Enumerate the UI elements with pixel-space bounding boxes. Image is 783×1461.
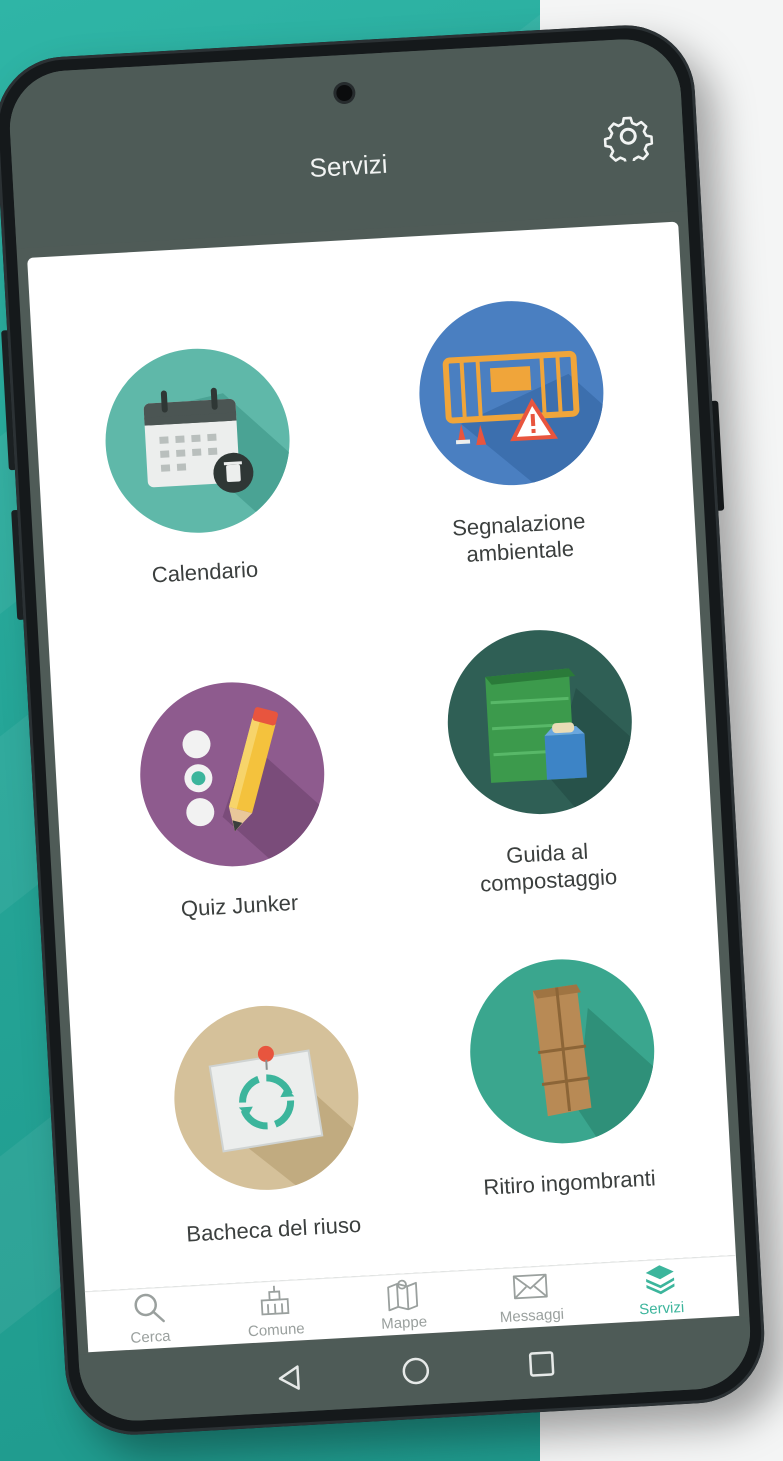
- tab-label: Servizi: [638, 1298, 685, 1319]
- nav-home-button[interactable]: [384, 1344, 447, 1397]
- tab-label: Cerca: [130, 1327, 171, 1347]
- nav-back-button[interactable]: [259, 1351, 322, 1404]
- phone-screen: Servizi Calendario Segnalazione ambienta…: [6, 36, 754, 1424]
- service-label: Ritiro ingombranti: [482, 1165, 657, 1200]
- boxes-icon: [465, 954, 660, 1149]
- back-triangle-icon: [278, 1365, 300, 1390]
- mail-icon: [512, 1273, 548, 1300]
- service-guida-al-compostaggio[interactable]: Guida al compostaggio: [385, 622, 699, 902]
- recents-square-icon: [528, 1351, 555, 1377]
- settings-button[interactable]: [602, 110, 655, 166]
- service-label: Segnalazione ambientale: [451, 508, 587, 567]
- services-grid: Calendario Segnalazione ambientale Quiz …: [27, 221, 736, 1292]
- front-camera: [335, 84, 353, 102]
- layers-icon: [645, 1265, 675, 1295]
- tab-label: Mappe: [380, 1313, 428, 1333]
- tab-cerca[interactable]: Cerca: [93, 1288, 206, 1349]
- service-label: Guida al compostaggio: [479, 838, 618, 897]
- quiz-pencil-icon: [135, 677, 330, 872]
- tab-messaggi[interactable]: Messaggi: [474, 1266, 587, 1327]
- phone-mockup: Servizi Calendario Segnalazione ambienta…: [0, 21, 768, 1439]
- service-quiz-junker[interactable]: Quiz Junker: [77, 674, 390, 927]
- service-bacheca-del-riuso[interactable]: Bacheca del riuso: [111, 998, 424, 1251]
- tab-mappe[interactable]: Mappe: [347, 1274, 460, 1335]
- service-label: Bacheca del riuso: [185, 1211, 362, 1247]
- town-hall-icon: [260, 1285, 290, 1316]
- compost-bin-icon: [442, 625, 637, 820]
- app-bar: Servizi: [6, 36, 688, 249]
- service-label: Quiz Junker: [180, 889, 299, 922]
- service-ritiro-ingombranti[interactable]: Ritiro ingombranti: [407, 951, 720, 1204]
- service-label: Calendario: [151, 556, 259, 588]
- gear-icon: [603, 116, 654, 166]
- nav-recents-button[interactable]: [510, 1337, 573, 1390]
- service-segnalazione-ambientale[interactable]: Segnalazione ambientale: [356, 293, 670, 573]
- bulletin-board-icon: [169, 1000, 364, 1195]
- search-icon: [134, 1293, 165, 1323]
- calendar-icon: [100, 343, 295, 538]
- tab-label: Comune: [247, 1320, 306, 1341]
- map-icon: [387, 1279, 419, 1312]
- page-title: Servizi: [308, 148, 389, 184]
- tab-comune[interactable]: Comune: [219, 1281, 332, 1342]
- tab-label: Messaggi: [499, 1305, 565, 1327]
- service-calendario[interactable]: Calendario: [43, 341, 356, 594]
- phone-frame: Servizi Calendario Segnalazione ambienta…: [0, 21, 768, 1439]
- road-barrier-icon: [414, 296, 609, 491]
- home-circle-icon: [402, 1357, 430, 1385]
- tab-servizi[interactable]: Servizi: [604, 1259, 717, 1320]
